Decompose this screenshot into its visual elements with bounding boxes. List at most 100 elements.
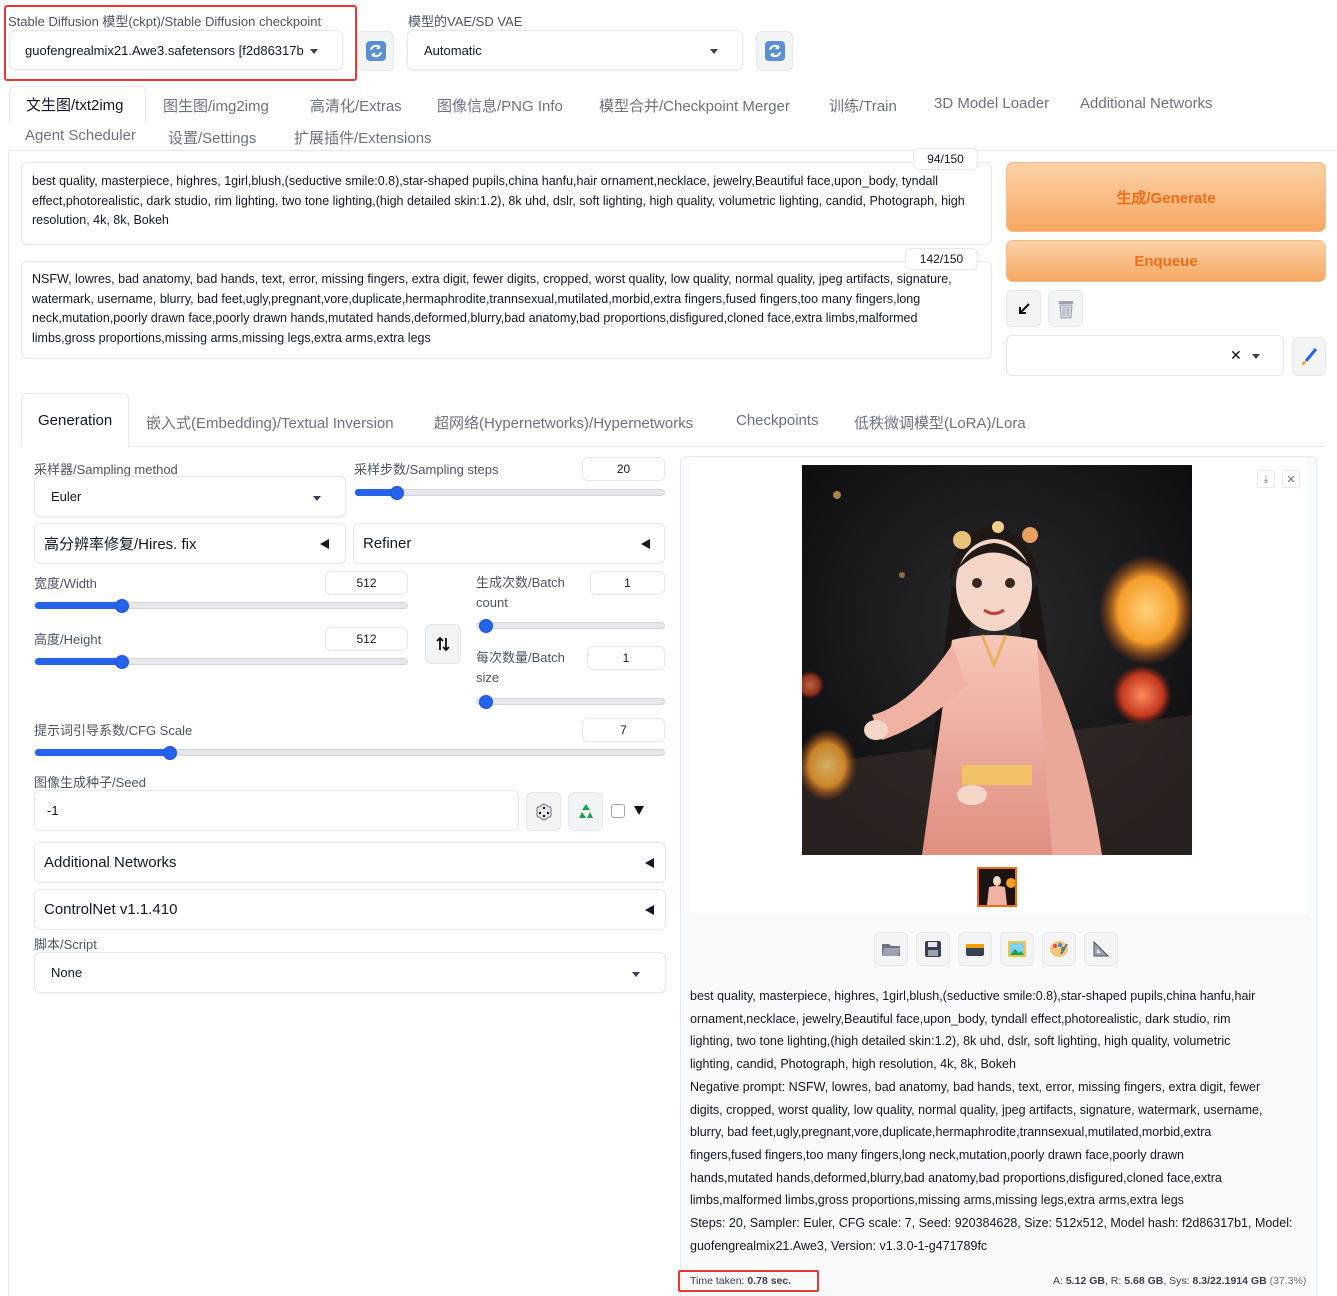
- slider-knob[interactable]: [479, 695, 493, 709]
- edit-styles-button[interactable]: [1292, 337, 1326, 376]
- tab-3d-model-loader[interactable]: 3D Model Loader: [934, 95, 1049, 112]
- batch-count-label: 生成次数/Batch count: [476, 573, 565, 613]
- tab-lora[interactable]: 低秩微调模型(LoRA)/Lora: [854, 412, 1026, 433]
- vram-a-label: A:: [1053, 1275, 1066, 1287]
- vae-dropdown[interactable]: Automatic: [407, 30, 743, 70]
- tab-txt2img-label[interactable]: 文生图/txt2img: [26, 94, 124, 115]
- collapse-arrow-icon: [645, 905, 654, 915]
- clear-prompt-button[interactable]: [1048, 290, 1083, 327]
- tab-generation-label[interactable]: Generation: [38, 412, 112, 429]
- enqueue-button[interactable]: Enqueue: [1006, 240, 1326, 282]
- batch-count-slider[interactable]: [476, 619, 665, 633]
- arrow-down-left-icon: [1018, 302, 1030, 314]
- width-slider[interactable]: [34, 599, 408, 613]
- trash-icon: [1058, 300, 1073, 318]
- steps-input[interactable]: 20: [582, 457, 665, 481]
- cfg-slider[interactable]: [34, 746, 665, 760]
- time-taken-label: Time taken:: [690, 1275, 748, 1287]
- extra-seed-checkbox[interactable]: [611, 804, 625, 818]
- generation-info-line: guofengrealmix21.Awe3, Version: v1.3.0-1…: [690, 1238, 988, 1253]
- send-to-img2img-button[interactable]: [1000, 932, 1034, 966]
- refresh-checkpoint-button[interactable]: [357, 31, 394, 71]
- prompt-text[interactable]: best quality, masterpiece, highres, 1gir…: [32, 172, 982, 231]
- tab-settings[interactable]: 设置/Settings: [168, 127, 256, 148]
- vram-usage: A: 5.12 GB, R: 5.68 GB, Sys: 8.3/22.1914…: [1053, 1275, 1306, 1287]
- random-seed-button[interactable]: [526, 792, 561, 831]
- steps-slider[interactable]: [354, 486, 665, 500]
- tab-extensions[interactable]: 扩展插件/Extensions: [294, 127, 432, 148]
- hires-fix-accordion[interactable]: 高分辨率修复/Hires. fix: [34, 523, 346, 564]
- chevron-down-icon: [310, 49, 318, 54]
- reuse-seed-button[interactable]: [568, 792, 603, 831]
- tab-additional-networks[interactable]: Additional Networks: [1080, 95, 1213, 112]
- additional-networks-accordion[interactable]: Additional Networks: [34, 842, 666, 883]
- negative-prompt-text[interactable]: NSFW, lowres, bad anatomy, bad hands, te…: [32, 270, 982, 348]
- read-params-button[interactable]: [1006, 290, 1041, 327]
- paintbrush-icon: [1302, 347, 1318, 365]
- download-icon[interactable]: ⤓: [1257, 470, 1275, 488]
- batch-count-input[interactable]: 1: [590, 571, 665, 595]
- sampler-dropdown[interactable]: Euler: [34, 476, 346, 517]
- chevron-down-icon: [632, 972, 640, 977]
- vae-value: Automatic: [424, 42, 482, 58]
- slider-fill: [35, 658, 123, 665]
- generate-button[interactable]: 生成/Generate: [1006, 162, 1326, 232]
- height-label: 高度/Height: [34, 632, 102, 647]
- batch-size-label-line1: 每次数量/Batch: [476, 650, 565, 665]
- width-label: 宽度/Width: [34, 576, 97, 591]
- dice-icon: [536, 802, 551, 821]
- seed-value: -1: [47, 803, 59, 818]
- generated-image[interactable]: [802, 465, 1192, 855]
- tab-png-info[interactable]: 图像信息/PNG Info: [437, 95, 563, 116]
- folder-icon: [882, 944, 900, 956]
- zip-button[interactable]: [958, 932, 992, 966]
- tab-checkpoints[interactable]: Checkpoints: [736, 412, 819, 429]
- seed-label: 图像生成种子/Seed: [34, 775, 146, 790]
- width-input[interactable]: 512: [325, 571, 408, 595]
- swap-dimensions-button[interactable]: [425, 624, 461, 664]
- sampler-value: Euler: [51, 489, 82, 504]
- slider-knob[interactable]: [162, 746, 177, 760]
- enqueue-label: Enqueue: [1134, 252, 1198, 270]
- styles-dropdown[interactable]: ✕: [1006, 335, 1284, 376]
- clear-icon[interactable]: ✕: [1230, 347, 1242, 364]
- slider-knob[interactable]: [479, 619, 493, 633]
- seed-input[interactable]: -1: [34, 790, 519, 831]
- height-input[interactable]: 512: [325, 627, 408, 651]
- vram-sys-label: , Sys:: [1163, 1275, 1193, 1287]
- send-to-inpaint-button[interactable]: [1042, 932, 1076, 966]
- generation-info-line: digits, cropped, worst quality, low qual…: [690, 1102, 1263, 1117]
- batch-size-input[interactable]: 1: [587, 646, 665, 670]
- generation-info-line: best quality, masterpiece, highres, 1gir…: [690, 989, 1256, 1003]
- vram-r-value: 5.68 GB: [1124, 1275, 1164, 1287]
- extra-seed-toggle-icon[interactable]: [634, 806, 644, 815]
- generation-info-line: Steps: 20, Sampler: Euler, CFG scale: 7,…: [690, 1216, 1293, 1231]
- checkpoint-dropdown[interactable]: guofengrealmix21.Awe3.safetensors [f2d86…: [9, 30, 343, 70]
- tab-train[interactable]: 训练/Train: [829, 95, 897, 116]
- tab-checkpoint-merger[interactable]: 模型合并/Checkpoint Merger: [599, 95, 790, 116]
- height-slider[interactable]: [34, 655, 408, 669]
- close-gallery-icon[interactable]: ✕: [1282, 470, 1300, 488]
- cfg-input[interactable]: 7: [582, 718, 665, 742]
- open-folder-button[interactable]: [874, 932, 908, 966]
- script-label: 脚本/Script: [34, 937, 97, 952]
- thumbnail[interactable]: [977, 867, 1017, 907]
- refiner-accordion[interactable]: Refiner: [353, 523, 665, 564]
- save-button[interactable]: [916, 932, 950, 966]
- batch-count-label-line2: count: [476, 595, 508, 610]
- batch-size-slider[interactable]: [476, 695, 665, 709]
- generation-info: best quality, masterpiece, highres, 1gir…: [690, 985, 1310, 1257]
- vram-percent: (37.3%): [1266, 1275, 1307, 1287]
- refresh-vae-button[interactable]: [756, 31, 793, 71]
- tab-hypernetworks[interactable]: 超网络(Hypernetworks)/Hypernetworks: [434, 412, 693, 433]
- send-to-extras-button[interactable]: [1084, 932, 1118, 966]
- tab-img2img[interactable]: 图生图/img2img: [163, 95, 269, 116]
- tab-agent-scheduler[interactable]: Agent Scheduler: [25, 127, 136, 144]
- tab-textual-inversion[interactable]: 嵌入式(Embedding)/Textual Inversion: [146, 412, 394, 433]
- tab-extras[interactable]: 高清化/Extras: [310, 95, 402, 116]
- vram-a-value: 5.12 GB: [1065, 1275, 1105, 1287]
- script-dropdown[interactable]: None: [34, 952, 666, 993]
- controlnet-accordion[interactable]: ControlNet v1.1.410: [34, 889, 666, 930]
- subtab-frame: [21, 446, 1326, 447]
- checkpoint-label: Stable Diffusion 模型(ckpt)/Stable Diffusi…: [8, 14, 322, 29]
